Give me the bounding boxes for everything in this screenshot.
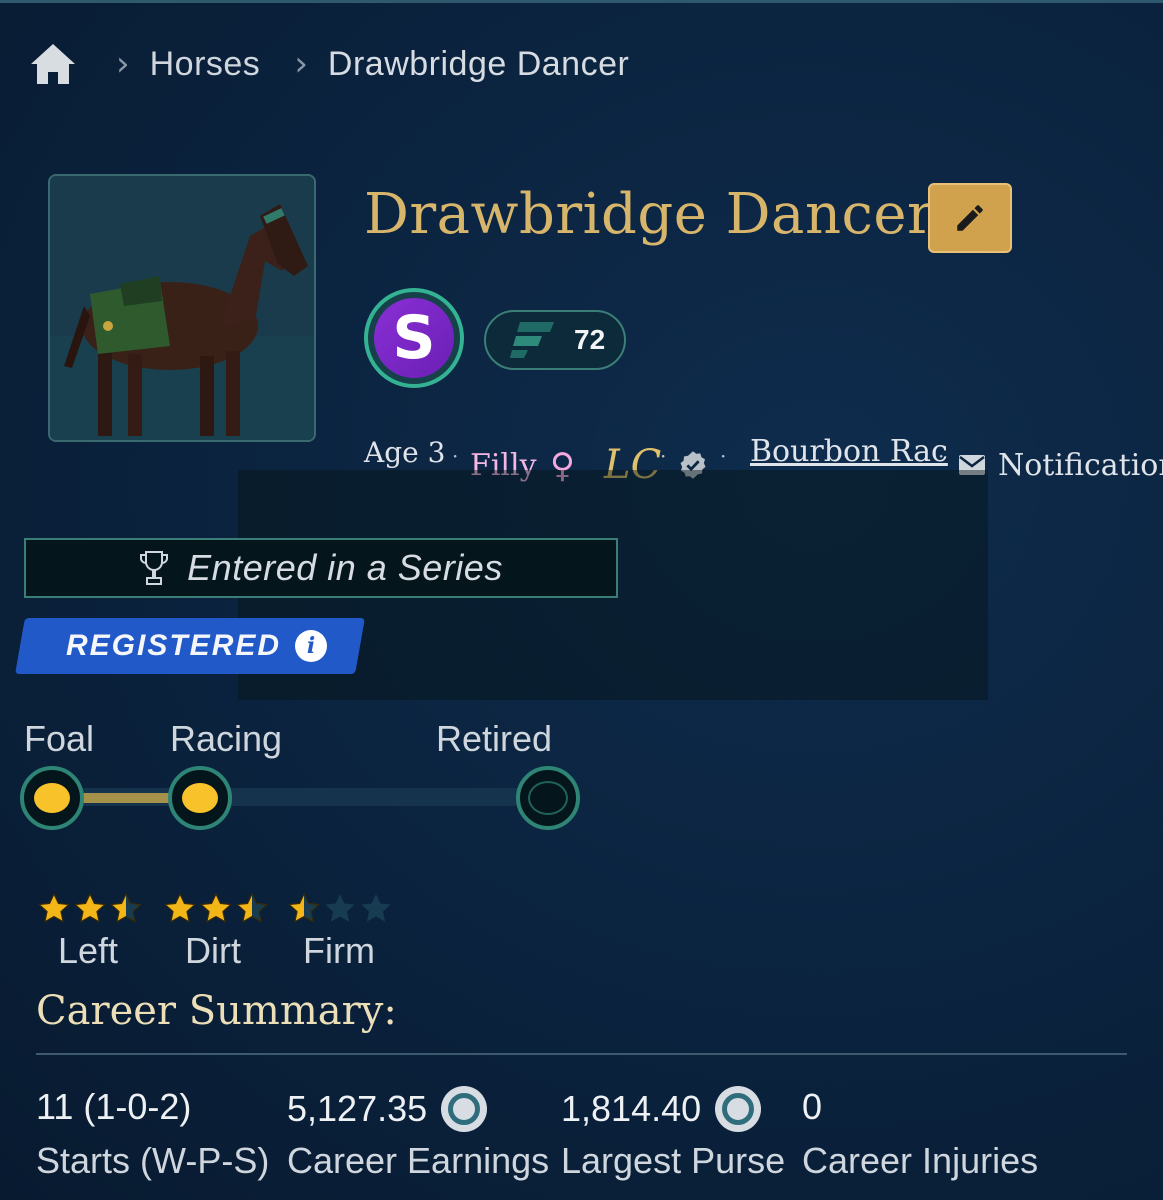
star-icon	[74, 892, 106, 923]
class-badge: S	[364, 288, 464, 388]
chevron-right-icon: ›	[294, 44, 308, 84]
stat-value-text: 5,127.35	[287, 1088, 428, 1129]
registered-label: REGISTERED	[66, 629, 282, 662]
horseshoe-coin-icon	[441, 1086, 488, 1132]
separator-dot: ·	[720, 444, 727, 468]
age-label: Age 3	[364, 436, 446, 469]
horse-portrait	[48, 174, 316, 442]
breadcrumb: › Horses › Drawbridge Dancer	[28, 38, 629, 90]
separator-dot: ·	[660, 444, 667, 468]
horse-name: Drawbridge Dancer	[364, 182, 935, 247]
stage-label-foal: Foal	[24, 718, 95, 759]
info-icon[interactable]: i	[295, 630, 328, 662]
speed-rating-icon	[510, 322, 554, 358]
series-label: Entered in a Series	[187, 547, 503, 588]
series-status: Entered in a Series	[24, 538, 618, 598]
preference-label-left: Left	[58, 930, 119, 971]
career-summary-title: Career Summary:	[36, 988, 397, 1034]
stage-node-foal	[20, 766, 84, 830]
stat-value-text: 1,814.40	[561, 1088, 702, 1129]
rating-pill: 72	[484, 310, 626, 370]
top-divider	[0, 0, 1163, 3]
breadcrumb-current: Drawbridge Dancer	[327, 44, 630, 83]
separator-dot: ·	[938, 444, 945, 468]
star-icon	[110, 892, 142, 923]
class-badge-letter: S	[374, 298, 454, 378]
star-icon	[164, 892, 196, 923]
home-icon[interactable]	[28, 39, 78, 89]
star-icon	[288, 892, 320, 923]
divider	[36, 1053, 1127, 1055]
star-icon	[200, 892, 232, 923]
separator-dot: ·	[452, 444, 459, 468]
stage-node-retired	[516, 766, 580, 830]
breadcrumb-horses[interactable]: Horses	[150, 45, 261, 84]
stat-injuries-label: Career Injuries	[802, 1140, 1039, 1181]
stat-purse-value: 1,814.40	[561, 1086, 762, 1132]
star-icon	[325, 894, 355, 922]
stage-label-racing: Racing	[170, 718, 283, 759]
preference-label-firm: Firm	[303, 930, 375, 971]
notifications-link[interactable]: Notification	[998, 448, 1163, 483]
preference-label-dirt: Dirt	[185, 930, 241, 971]
pencil-icon	[957, 205, 983, 231]
star-rating-firm	[286, 892, 394, 926]
horseshoe-coin-icon	[715, 1086, 762, 1132]
stage-label-retired: Retired	[436, 718, 553, 759]
rating-value: 72	[574, 324, 606, 355]
stat-starts-value: 11 (1-0-2)	[36, 1086, 191, 1128]
stable-link[interactable]: Bourbon Rac	[750, 434, 948, 469]
stat-earnings-label: Career Earnings	[287, 1140, 550, 1181]
stat-value-text: 11 (1-0-2)	[36, 1086, 192, 1127]
stage-node-racing	[168, 766, 232, 830]
stat-earnings-value: 5,127.35	[287, 1086, 488, 1132]
star-icon	[38, 892, 70, 923]
star-icon	[236, 892, 268, 923]
star-icon	[361, 894, 391, 922]
stat-injuries-value: 0	[802, 1086, 822, 1128]
trophy-icon	[140, 551, 169, 585]
registered-badge[interactable]: REGISTERED i	[66, 618, 328, 674]
chevron-right-icon: ›	[116, 44, 130, 84]
star-rating-left	[36, 892, 144, 926]
stat-purse-label: Largest Purse	[561, 1140, 786, 1181]
star-rating-dirt	[162, 892, 270, 926]
edit-name-button[interactable]	[928, 183, 1012, 253]
stat-starts-label: Starts (W-P-S)	[36, 1140, 270, 1181]
stat-value-text: 0	[802, 1086, 823, 1127]
